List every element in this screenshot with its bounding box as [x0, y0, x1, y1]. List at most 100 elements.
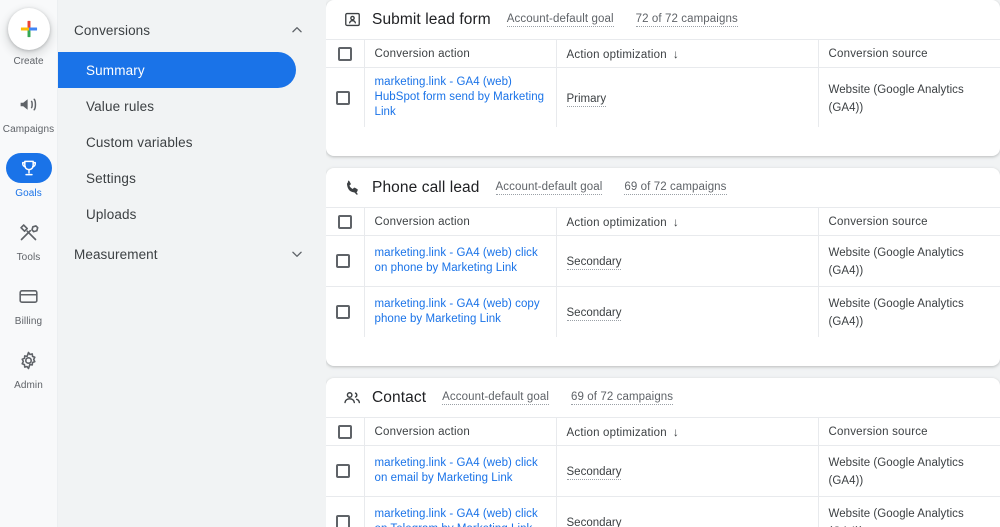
row-checkbox[interactable]	[336, 464, 350, 478]
header-action-optimization[interactable]: Action optimization ↓	[556, 417, 819, 446]
chevron-up-icon[interactable]	[290, 23, 304, 37]
rail-label-campaigns: Campaigns	[2, 124, 55, 135]
sidebar-section-measurement-label: Measurement	[74, 246, 158, 262]
google-plus-icon	[20, 20, 37, 38]
create-button-circle[interactable]	[7, 8, 50, 50]
rail-label-tools: Tools	[16, 252, 41, 263]
card-campaigns-link[interactable]: 69 of 72 campaigns	[624, 181, 727, 195]
rail-item-billing[interactable]: Billing	[0, 281, 58, 329]
contact-people-icon	[342, 388, 362, 408]
select-all-checkbox[interactable]	[338, 214, 352, 229]
table-header-row: Conversion action Action optimization ↓ C…	[326, 207, 1000, 236]
row-checkbox[interactable]	[336, 515, 350, 527]
sort-descending-icon: ↓	[672, 214, 680, 229]
table-header-row: Conversion action Action optimization ↓ C…	[326, 39, 1000, 68]
row-select-cell	[326, 445, 365, 497]
select-all-checkbox[interactable]	[338, 424, 352, 439]
sort-descending-icon: ↓	[672, 424, 680, 439]
table-row: marketing.link - GA4 (web) click on emai…	[326, 445, 1000, 497]
header-conversion-action[interactable]: Conversion action	[364, 417, 557, 446]
chevron-down-icon[interactable]	[290, 247, 304, 261]
sidebar-section-conversions-label: Conversions	[74, 22, 151, 38]
select-all-checkbox[interactable]	[338, 46, 352, 61]
cell-action-optimization: Secondary	[556, 286, 819, 337]
card-goal-scope-link[interactable]: Account-default goal	[506, 13, 614, 27]
rail-label-admin: Admin	[14, 380, 43, 391]
card-header: Phone call lead Account-default goal 69 …	[326, 168, 1000, 207]
lead-form-badge-icon	[342, 10, 362, 30]
card-goal-scope-link[interactable]: Account-default goal	[495, 181, 603, 195]
action-optimization-value[interactable]: Secondary	[566, 466, 622, 480]
conversion-action-link[interactable]: marketing.link - GA4 (web) click on emai…	[375, 456, 546, 486]
rail-item-admin[interactable]: Admin	[0, 345, 58, 393]
sidebar-section-measurement[interactable]: Measurement	[58, 232, 326, 276]
action-optimization-value[interactable]: Secondary	[567, 517, 622, 527]
secondary-sidebar: Conversions Summary Value rules Custom v…	[58, 0, 326, 527]
action-optimization-value[interactable]: Secondary	[566, 256, 622, 270]
rail-item-tools[interactable]: Tools	[0, 217, 58, 265]
conversion-source-value: Website (Google Analytics (GA4))	[828, 83, 964, 114]
card-goal-scope-link[interactable]: Account-default goal	[442, 391, 549, 405]
cell-conversion-source: Website (Google Analytics (GA4))	[818, 445, 1000, 497]
card-campaigns-link[interactable]: 69 of 72 campaigns	[570, 391, 674, 405]
header-conversion-source[interactable]: Conversion source	[818, 207, 1000, 236]
conversion-actions-table: Conversion action Action optimization ↓ C…	[326, 207, 1000, 337]
rail-item-goals[interactable]: Goals	[0, 153, 58, 201]
action-optimization-value[interactable]: Secondary	[566, 307, 622, 321]
sidebar-item-settings[interactable]: Settings	[58, 160, 296, 196]
sidebar-item-value-rules[interactable]: Value rules	[58, 88, 296, 124]
card-campaigns-link[interactable]: 72 of 72 campaigns	[635, 13, 738, 27]
sidebar-item-custom-variables-label: Custom variables	[86, 134, 193, 150]
rail-item-campaigns[interactable]: Campaigns	[0, 89, 58, 137]
sidebar-item-custom-variables[interactable]: Custom variables	[58, 124, 296, 160]
create-button-label: Create	[13, 56, 44, 67]
table-row: marketing.link - GA4 (web) copy phone by…	[326, 286, 1000, 337]
row-checkbox[interactable]	[336, 90, 350, 105]
create-button[interactable]: Create	[0, 4, 58, 67]
conversion-action-link[interactable]: marketing.link - GA4 (web) click on Tele…	[375, 507, 546, 527]
conversion-source-value: Website (Google Analytics (GA4))	[828, 298, 964, 328]
table-row: marketing.link - GA4 (web) HubSpot form …	[326, 67, 1000, 127]
header-conversion-source[interactable]: Conversion source	[818, 39, 1000, 68]
header-conversion-source[interactable]: Conversion source	[818, 417, 1000, 446]
action-optimization-value[interactable]: Primary	[566, 93, 607, 107]
conversion-action-link[interactable]: marketing.link - GA4 (web) HubSpot form …	[375, 75, 546, 120]
sidebar-section-conversions[interactable]: Conversions	[58, 8, 326, 52]
sidebar-item-summary-label: Summary	[86, 62, 145, 78]
table-row: marketing.link - GA4 (web) click on Tele…	[326, 496, 1000, 527]
row-checkbox[interactable]	[336, 305, 350, 319]
card-footer-spacer	[326, 127, 1000, 156]
header-conversion-action[interactable]: Conversion action	[364, 39, 557, 68]
rail-label-goals: Goals	[15, 188, 42, 199]
cell-conversion-source: Website (Google Analytics (GA4))	[818, 496, 1000, 527]
cell-conversion-action: marketing.link - GA4 (web) click on Tele…	[364, 496, 557, 527]
cell-conversion-action: marketing.link - GA4 (web) HubSpot form …	[364, 67, 557, 127]
cell-conversion-action: marketing.link - GA4 (web) click on emai…	[364, 445, 557, 497]
conversions-summary-content: Submit lead form Account-default goal 72…	[326, 0, 1000, 527]
conversion-action-link[interactable]: marketing.link - GA4 (web) click on phon…	[375, 246, 546, 276]
cell-conversion-action: marketing.link - GA4 (web) click on phon…	[364, 235, 557, 287]
cell-conversion-action: marketing.link - GA4 (web) copy phone by…	[364, 286, 557, 337]
card-footer-spacer	[326, 337, 1000, 366]
conversion-goal-card-contact: Contact Account-default goal 69 of 72 ca…	[326, 378, 1000, 527]
sidebar-item-value-rules-label: Value rules	[86, 98, 155, 114]
header-action-optimization[interactable]: Action optimization ↓	[556, 39, 819, 68]
row-checkbox[interactable]	[336, 254, 350, 268]
phone-call-icon	[342, 178, 362, 198]
cell-conversion-source: Website (Google Analytics (GA4))	[818, 235, 1000, 287]
sidebar-item-uploads-label: Uploads	[86, 206, 137, 222]
cell-action-optimization: Secondary	[556, 445, 819, 497]
select-all-header	[326, 39, 365, 68]
header-conversion-action[interactable]: Conversion action	[364, 207, 557, 236]
header-action-optimization[interactable]: Action optimization ↓	[556, 207, 819, 236]
sidebar-item-summary[interactable]: Summary	[58, 52, 296, 88]
conversion-actions-table: Conversion action Action optimization ↓ C…	[326, 39, 1000, 127]
header-action-optimization-label: Action optimization	[566, 48, 667, 61]
header-action-optimization-label: Action optimization	[566, 216, 667, 229]
cards-scroll-area[interactable]: Submit lead form Account-default goal 72…	[326, 0, 1000, 527]
table-header-row: Conversion action Action optimization ↓ C…	[326, 417, 1000, 446]
conversion-action-link[interactable]: marketing.link - GA4 (web) copy phone by…	[375, 297, 546, 327]
row-select-cell	[326, 286, 365, 337]
cell-conversion-source: Website (Google Analytics (GA4))	[818, 286, 1000, 337]
sidebar-item-uploads[interactable]: Uploads	[58, 196, 296, 232]
